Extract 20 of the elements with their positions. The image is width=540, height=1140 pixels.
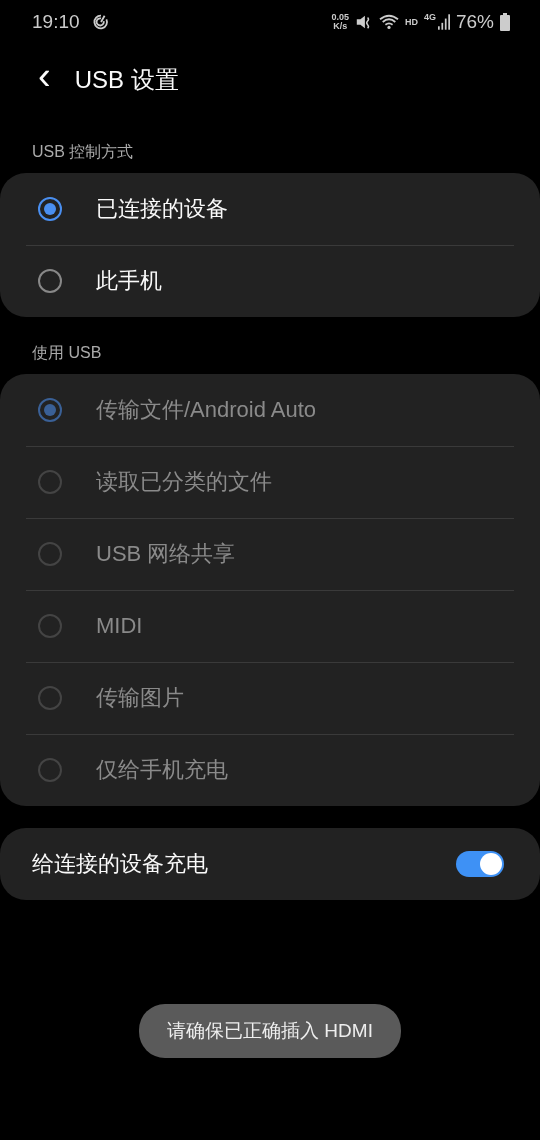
toast-message: 请确保已正确插入 HDMI — [139, 1004, 401, 1058]
signal-icon — [437, 13, 450, 31]
network-speed: 0.05 K/s — [331, 13, 349, 31]
hd-label: HD — [404, 17, 418, 27]
page-title: USB 设置 — [74, 65, 179, 95]
section-label: USB 控制方式 — [31, 142, 135, 162]
wifi-icon — [378, 13, 399, 31]
toggle-switch[interactable] — [456, 851, 504, 877]
back-button[interactable]: ‹ — [28, 61, 61, 99]
setting-label: 给连接的设备充电 — [32, 850, 209, 878]
radio-button[interactable] — [38, 269, 62, 293]
battery-percent: 76% — [455, 11, 494, 33]
status-time: 19:10 — [32, 11, 80, 33]
radio-option[interactable]: 此手机 — [0, 245, 540, 317]
swirl-icon — [91, 13, 110, 31]
radio-option[interactable]: 已连接的设备 — [0, 173, 540, 245]
battery-icon — [500, 13, 510, 31]
radio-button[interactable] — [38, 197, 62, 221]
section-label: 使用 USB — [31, 343, 103, 363]
network-type: 4G — [423, 12, 436, 22]
